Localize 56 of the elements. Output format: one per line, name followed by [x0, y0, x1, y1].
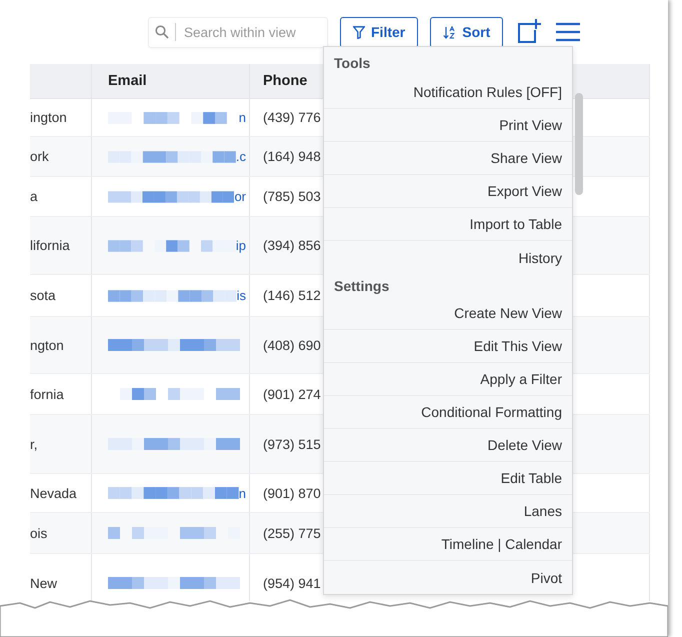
table-cell: (954) 941 [263, 576, 321, 590]
menu-item[interactable]: Apply a Filter [324, 363, 572, 396]
filter-button[interactable]: Filter [340, 16, 418, 48]
cut-link[interactable]: n [238, 110, 246, 125]
table-cell: r, [30, 436, 38, 452]
add-view-icon[interactable] [516, 19, 542, 45]
menu-item[interactable]: Edit This View [324, 330, 572, 363]
menu-section-title: Settings [334, 278, 390, 294]
column-header[interactable]: Phone [263, 73, 308, 89]
table-cell: ngton [30, 338, 64, 352]
search-field[interactable]: Search within view [148, 16, 328, 48]
menu-item[interactable]: Lanes [324, 495, 572, 528]
menu-item[interactable]: Share View [324, 142, 572, 175]
table-cell: ois [30, 526, 48, 540]
menu-icon[interactable] [556, 22, 580, 42]
menu-section-title: Tools [334, 55, 370, 71]
table-cell: (164) 948 [263, 149, 321, 164]
table-cell: (439) 776 [263, 110, 321, 125]
scrollbar[interactable] [575, 93, 583, 195]
menu-item[interactable]: Edit Table [324, 462, 572, 495]
table-cell: ington [30, 110, 67, 125]
menu-item[interactable]: Delete View [324, 429, 572, 462]
table-cell: lifornia [30, 238, 70, 253]
table-cell: (901) 274 [263, 386, 321, 402]
menu-item[interactable]: Export View [324, 175, 572, 208]
table-cell: (408) 690 [263, 338, 321, 352]
cut-link[interactable]: ip [236, 238, 246, 253]
search-icon [155, 25, 169, 39]
menu-item[interactable]: Pivot [324, 561, 572, 594]
menu-item[interactable]: Print View [324, 109, 572, 142]
table-cell: sota [30, 288, 56, 303]
menu-item[interactable]: Create New View [324, 297, 572, 330]
table-cell: fornia [30, 386, 64, 402]
table-cell: a [30, 189, 38, 204]
cut-link[interactable]: is [236, 288, 246, 303]
table-cell: ork [30, 149, 49, 164]
table-cell: New [30, 576, 58, 590]
sort-icon [443, 26, 456, 38]
table-cell: (394) 856 [263, 238, 321, 253]
menu-item[interactable]: History [324, 241, 572, 274]
table-cell: (901) 870 [263, 486, 321, 500]
filter-icon [353, 26, 365, 38]
table-cell: (785) 503 [263, 189, 321, 204]
cut-link[interactable]: .c [236, 149, 246, 164]
table-cell: (146) 512 [263, 288, 321, 303]
menu-item[interactable]: Conditional Formatting [324, 396, 572, 429]
column-header[interactable]: Email [108, 73, 147, 89]
table-cell: (255) 775 [263, 526, 321, 540]
sort-button[interactable]: Sort [430, 16, 504, 48]
table-cell: Nevada [30, 486, 77, 500]
menu-item[interactable]: Notification Rules [OFF] [324, 76, 572, 109]
cut-link[interactable]: n [238, 486, 246, 500]
table-cell: (973) 515 [263, 436, 321, 452]
menu-item[interactable]: Import to Table [324, 208, 572, 241]
menu-item[interactable]: Timeline | Calendar [324, 528, 572, 561]
cut-link[interactable]: or [234, 189, 246, 204]
